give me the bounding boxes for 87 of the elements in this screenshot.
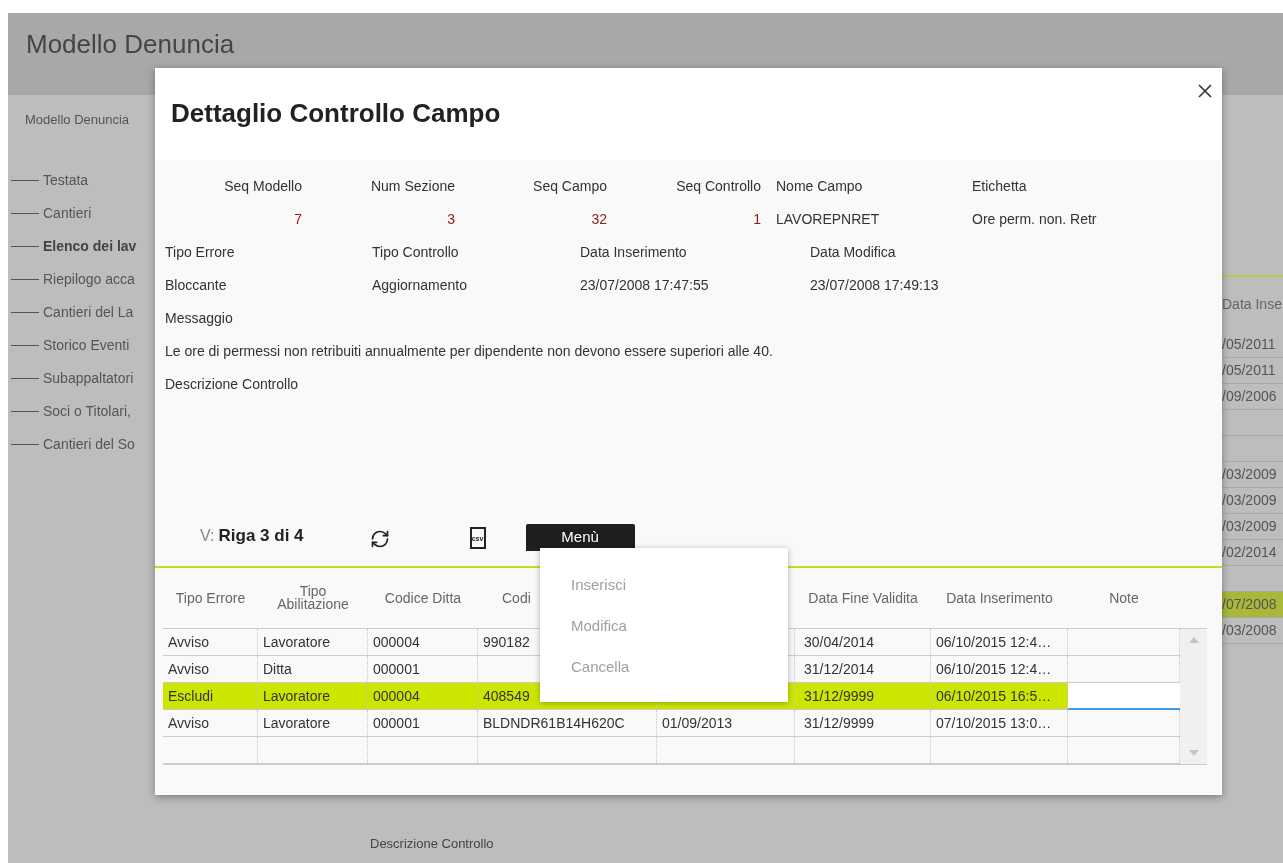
column-header[interactable]: Data Inse [1222, 294, 1282, 315]
table-cell-text: 000004 [373, 686, 420, 706]
column-header[interactable]: Codice Ditta [384, 587, 462, 609]
sidebar-item[interactable]: Testata [43, 169, 89, 191]
field-label: Etichetta [972, 177, 1027, 196]
table-cell-text: Ditta [263, 659, 292, 679]
field-value: 23/07/2008 17:47:55 [580, 276, 710, 295]
dialog-title: Dettaglio Controllo Campo [171, 98, 501, 128]
table-cell-text: 06/10/2015 12:4… [936, 659, 1052, 679]
field-value: 3 [447, 210, 455, 229]
table-cell-text: /05/2011 [1222, 335, 1276, 354]
sidebar-item[interactable]: Riepilogo acca [43, 268, 135, 290]
scroll-up-icon[interactable] [1188, 637, 1199, 643]
field-value: 32 [591, 210, 607, 229]
table-cell-text: 000004 [373, 632, 420, 652]
scroll-down-icon[interactable] [1188, 750, 1199, 756]
column-header[interactable]: Tipo Abilitazione [273, 585, 353, 611]
field-label: Tipo Controllo [372, 243, 460, 262]
table-cell-text: 07/10/2015 13:0… [936, 713, 1052, 733]
table-row[interactable]: Avviso Lavoratore 000001 BLDNDR61B14H620C 01/09/2013 31/12/9999 07/10/2015 13:0… [163, 710, 1180, 737]
table-cell-text: Escludi [168, 686, 214, 706]
table-cell-text: 30/04/2014 [804, 632, 875, 652]
refresh-button[interactable] [369, 529, 390, 549]
field-value: Le ore di permessi non retribuiti annualmente per dipendente non devono essere superiori alle 40. [165, 342, 774, 361]
table-cell-text: 06/10/2015 16:5… [936, 686, 1052, 706]
view-prefix: V: [200, 526, 215, 546]
table-cell-text: /02/2014 [1222, 543, 1277, 562]
sidebar-item[interactable]: Cantieri del La [43, 301, 134, 323]
field-label: Data Inserimento [580, 243, 688, 262]
table-cell-text: Avviso [168, 659, 209, 679]
field-label: Descrizione Controllo [370, 834, 495, 853]
field-label: Num Sezione [370, 177, 455, 196]
field-label: Messaggio [165, 309, 234, 328]
field-value: 23/07/2008 17:49:13 [810, 276, 940, 295]
table-cell-text: Lavoratore [263, 686, 330, 706]
sidebar-item[interactable]: Subappaltatori [43, 367, 134, 389]
sidebar-item[interactable]: Cantieri del So [43, 433, 135, 455]
field-label: Descrizione Controllo [165, 375, 300, 394]
table-row[interactable] [163, 737, 1180, 764]
column-header[interactable]: Tipo Errore [175, 587, 246, 609]
field-value: 1 [753, 210, 761, 229]
field-value: Aggiornamento [372, 276, 468, 295]
field-label: Data Modifica [810, 243, 897, 262]
table-cell-text: /03/2009 [1222, 517, 1277, 536]
column-header[interactable]: Codi [502, 587, 531, 609]
table-cell-text: Lavoratore [263, 713, 330, 733]
table-cell-text: Avviso [168, 713, 209, 733]
field-label: Tipo Errore [165, 243, 236, 262]
column-header[interactable]: Data Fine Validita [808, 587, 918, 609]
field-label: Nome Campo [776, 177, 863, 196]
table-cell-text: Avviso [168, 632, 209, 652]
table-cell-text: 408549 [483, 686, 530, 706]
table-cell-text: 000001 [373, 713, 420, 733]
page-title: Modello Denuncia [26, 29, 235, 59]
note-input[interactable] [1068, 683, 1180, 710]
field-label: Seq Modello [224, 177, 302, 196]
field-value: LAVOREPNRET [776, 210, 880, 229]
table-cell-text: 31/12/9999 [804, 713, 875, 733]
sidebar-item[interactable]: Elenco dei lav [43, 235, 137, 257]
table-cell-text: BLDNDR61B14H620C [483, 713, 625, 733]
table-cell-text: 31/12/2014 [804, 659, 875, 679]
table-cell-text: /05/2011 [1222, 361, 1276, 380]
column-header[interactable]: Data Inserimento [946, 587, 1053, 609]
field-label: Seq Controllo [676, 177, 761, 196]
field-value: 7 [294, 210, 302, 229]
table-row[interactable]: /07/2008 [1222, 592, 1283, 618]
table-cell-text: 31/12/9999 [804, 686, 875, 706]
table-cell-text: 000001 [373, 659, 420, 679]
field-value: Bloccante [165, 276, 228, 295]
table-cell-text: /09/2006 [1222, 387, 1277, 406]
table-cell-text: 990182 [483, 632, 530, 652]
sidebar-item[interactable]: Cantieri [43, 202, 92, 224]
sidebar-item[interactable]: Soci o Titolari, [43, 400, 131, 422]
sidebar-item[interactable]: Storico Eventi [43, 334, 130, 356]
table-cell-text: /03/2009 [1222, 491, 1277, 510]
table-cell-text: 01/09/2013 [662, 713, 733, 733]
scrollbar[interactable] [1180, 629, 1207, 764]
table-cell-text: 06/10/2015 12:4… [936, 632, 1052, 652]
row-position: Riga 3 di 4 [218, 524, 304, 547]
table-cell-text: /03/2009 [1222, 465, 1277, 484]
table-cell-text: /07/2008 [1222, 595, 1277, 614]
breadcrumb[interactable]: Modello Denuncia [25, 110, 155, 130]
table-cell-text: Lavoratore [263, 632, 330, 652]
column-header[interactable]: Note [1109, 587, 1139, 609]
field-value: Ore perm. non. Retr [972, 210, 1097, 229]
table-cell-text: /03/2008 [1222, 621, 1277, 640]
field-label: Seq Campo [533, 177, 607, 196]
